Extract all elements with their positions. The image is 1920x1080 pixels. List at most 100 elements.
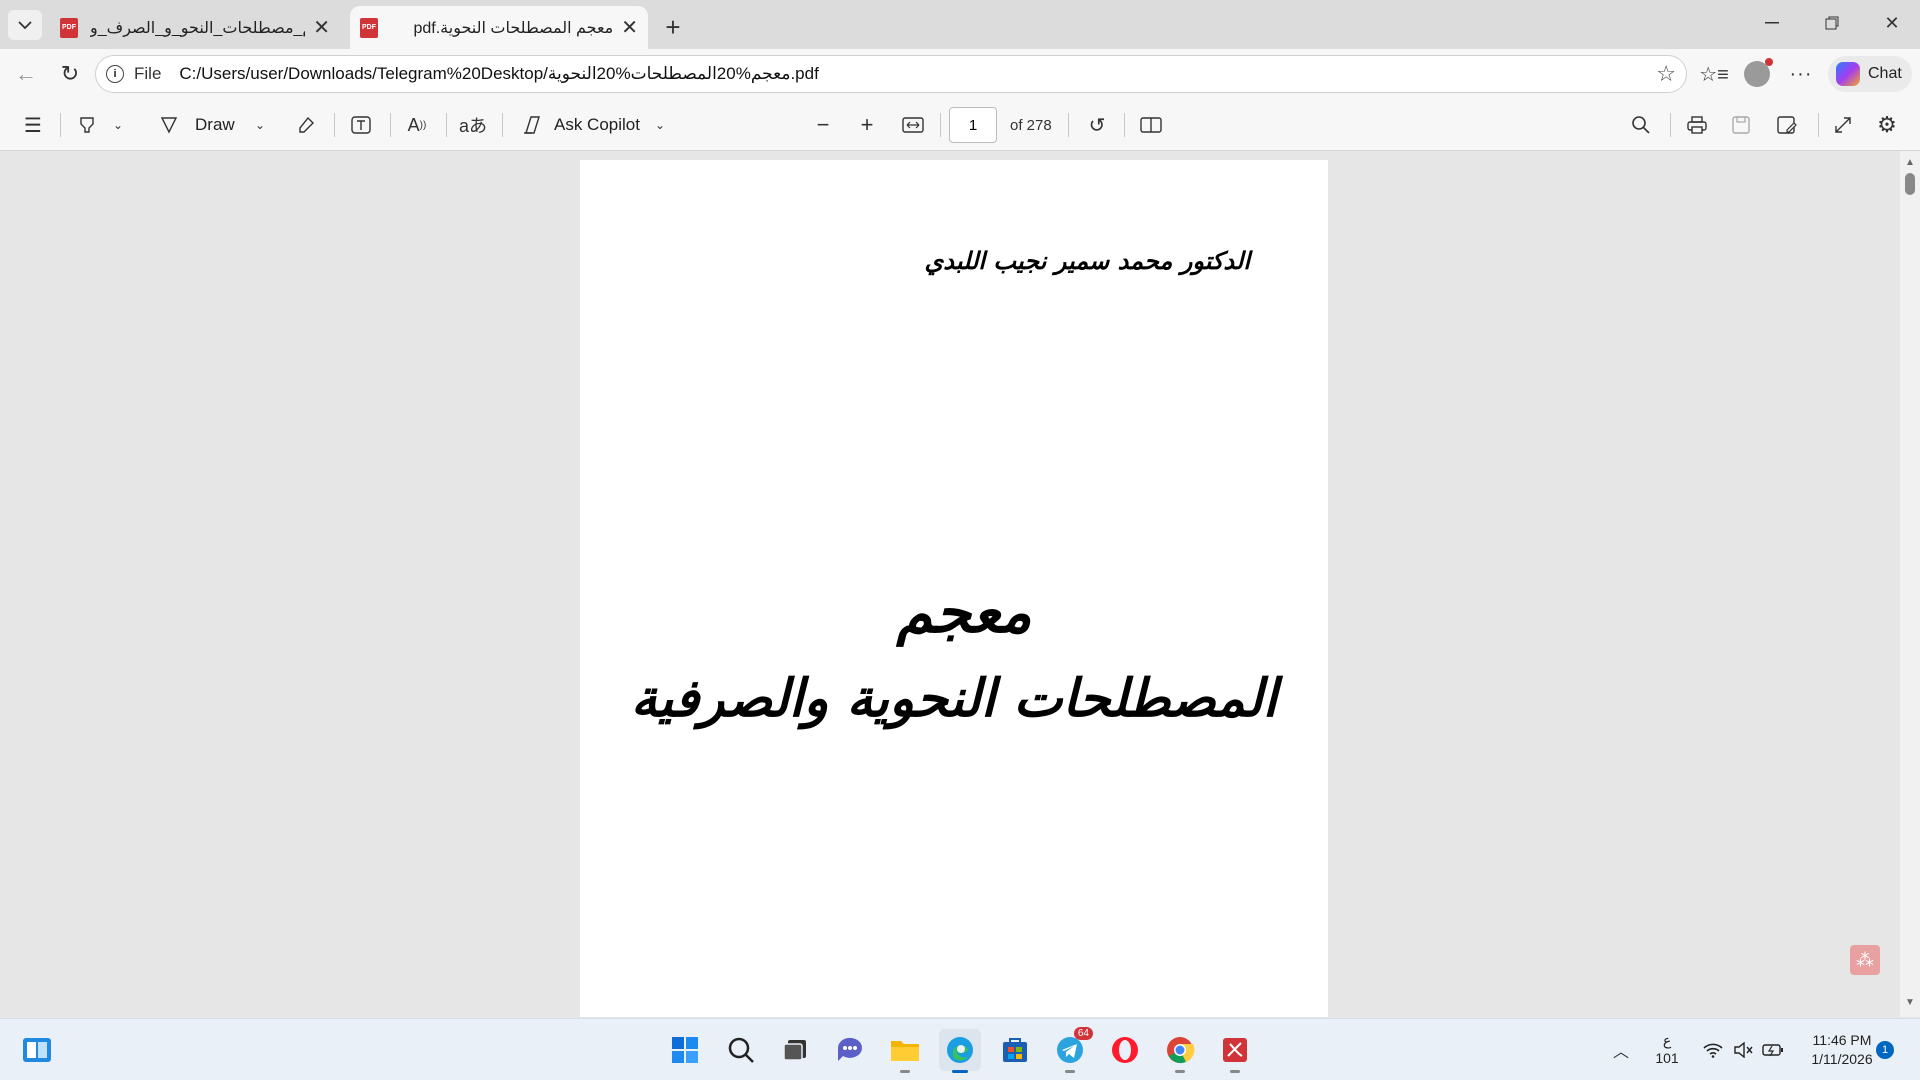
fullscreen-icon[interactable] [1826,110,1860,140]
divider [1818,113,1819,137]
search-icon[interactable] [720,1029,762,1071]
restore-icon[interactable] [1812,8,1852,38]
print-icon[interactable] [1680,110,1714,140]
widgets-icon[interactable] [16,1029,58,1071]
divider [446,113,447,137]
navigation-toolbar: ← ↻ i File C:/Users/user/Downloads/Teleg… [0,49,1920,99]
running-indicator [1230,1070,1240,1073]
close-icon[interactable]: ✕ [313,15,330,40]
pdf-icon: PDF [360,17,378,38]
microsoft-store-icon[interactable] [994,1029,1036,1071]
contents-list-icon[interactable]: ☰ [16,110,50,140]
tab-actions-chevron-icon[interactable] [8,10,42,40]
zoom-out-icon[interactable]: − [806,110,840,140]
chevron-down-icon[interactable]: ⌄ [250,110,270,140]
info-icon[interactable]: i [106,65,124,83]
tab-title: معجم_مصطلحات_النحو_و_الصرف_و... [90,19,305,37]
read-aloud-icon[interactable]: A)) [400,110,434,140]
author-name: الدكتور محمد سمير نجيب اللبدي [924,246,1250,275]
acrobat-icon[interactable]: ⁂ [1850,945,1880,975]
divider [1670,113,1671,137]
page-number-input[interactable]: 1 [949,107,997,143]
tab-2[interactable]: PDF pdf.معجم المصطلحات النحوية ✕ [350,6,648,49]
task-view-icon[interactable] [774,1029,816,1071]
file-explorer-icon[interactable] [884,1029,926,1073]
tab-1[interactable]: PDF معجم_مصطلحات_النحو_و_الصرف_و... ✕ [50,6,340,49]
clock[interactable]: 11:46 PM 1/11/2026 [1796,1031,1888,1069]
fit-width-icon[interactable] [896,110,930,140]
divider [334,113,335,137]
pdf-app-icon[interactable] [1214,1029,1256,1073]
draw-icon[interactable] [154,110,184,140]
notification-count: 1 [1881,1044,1889,1056]
volume-muted-icon[interactable] [1730,1037,1756,1063]
favorites-icon[interactable]: ☆≡ [1698,59,1730,89]
edge-browser-icon[interactable] [939,1029,981,1073]
chevron-down-icon[interactable]: ⌄ [650,110,670,140]
ask-copilot-label[interactable]: Ask Copilot [554,115,640,135]
page-view-icon[interactable] [1134,110,1168,140]
book-title-line-2: المصطلحات النحوية والصرفية [630,668,1278,729]
new-tab-icon[interactable]: + [656,12,690,42]
save-icon[interactable] [1724,110,1758,140]
search-icon[interactable] [1624,110,1658,140]
zoom-in-icon[interactable]: + [850,110,884,140]
page-total: of 278 [1010,117,1052,134]
book-title-line-1: معجم [896,578,1032,646]
scroll-down-arrow-icon[interactable]: ▼ [1905,997,1915,1008]
language-indicator[interactable]: ع 101 [1652,1031,1682,1067]
text-box-icon[interactable] [344,110,378,140]
back-icon[interactable]: ← [10,59,42,89]
copilot-icon [1836,62,1860,86]
close-window-icon[interactable]: ✕ [1872,8,1912,38]
highlight-icon[interactable] [70,110,104,140]
refresh-icon[interactable]: ↻ [54,59,86,89]
opera-icon[interactable] [1104,1029,1146,1071]
pdf-icon: PDF [60,17,78,38]
pdf-toolbar: ☰ ⌄ Draw ⌄ A)) aあ Ask Copilot ⌄ − + 1 of… [0,99,1920,151]
language-script: ع [1662,1032,1672,1048]
chat-label: Chat [1868,65,1902,82]
running-indicator [1175,1070,1185,1073]
clock-time: 11:46 PM [1812,1032,1872,1048]
wifi-icon[interactable] [1700,1037,1726,1063]
active-indicator [952,1070,968,1073]
windows-start-icon[interactable] [664,1029,706,1071]
translate-icon[interactable]: aあ [456,110,490,140]
scroll-up-arrow-icon[interactable]: ▲ [1905,157,1915,168]
tab-title: pdf.معجم المصطلحات النحوية [413,19,614,37]
divider [940,113,941,137]
rotate-icon[interactable]: ↺ [1080,110,1114,140]
profile-avatar[interactable] [1740,57,1774,91]
notification-badge[interactable]: 1 [1876,1041,1894,1059]
divider [1068,113,1069,137]
divider [502,113,503,137]
scheme-label: File [134,64,162,83]
favorite-star-icon[interactable]: ☆ [1656,61,1676,87]
scroll-thumb[interactable] [1905,173,1915,195]
language-code: 101 [1655,1050,1679,1066]
settings-gear-icon[interactable]: ⚙ [1870,110,1904,140]
address-bar[interactable]: i File C:/Users/user/Downloads/Telegram%… [95,55,1687,93]
battery-icon[interactable] [1760,1037,1786,1063]
more-options-icon[interactable]: ··· [1784,59,1818,89]
url-text[interactable]: C:/Users/user/Downloads/Telegram%20Deskt… [179,64,818,84]
chrome-icon[interactable] [1159,1029,1201,1073]
pdf-viewer[interactable]: الدكتور محمد سمير نجيب اللبدي معجم المصط… [4,151,1900,1017]
teams-chat-icon[interactable] [829,1029,871,1071]
running-indicator [1065,1070,1075,1073]
divider [390,113,391,137]
chevron-down-icon[interactable]: ⌄ [108,110,128,140]
eraser-icon[interactable] [290,110,322,140]
telegram-icon[interactable]: 64 [1049,1027,1093,1073]
tab-bar: PDF معجم_مصطلحات_النحو_و_الصرف_و... ✕ PD… [0,0,1920,49]
save-as-icon[interactable] [1770,110,1804,140]
close-icon[interactable]: ✕ [621,15,638,40]
vertical-scrollbar[interactable]: ▲ ▼ [1900,151,1920,1017]
copilot-icon[interactable] [518,110,548,140]
copilot-chat-button[interactable]: Chat [1828,56,1912,92]
draw-label[interactable]: Draw [195,115,235,135]
chevron-up-icon[interactable]: ︿ [1608,1037,1634,1063]
minimize-icon[interactable] [1752,8,1792,38]
divider [60,113,61,137]
